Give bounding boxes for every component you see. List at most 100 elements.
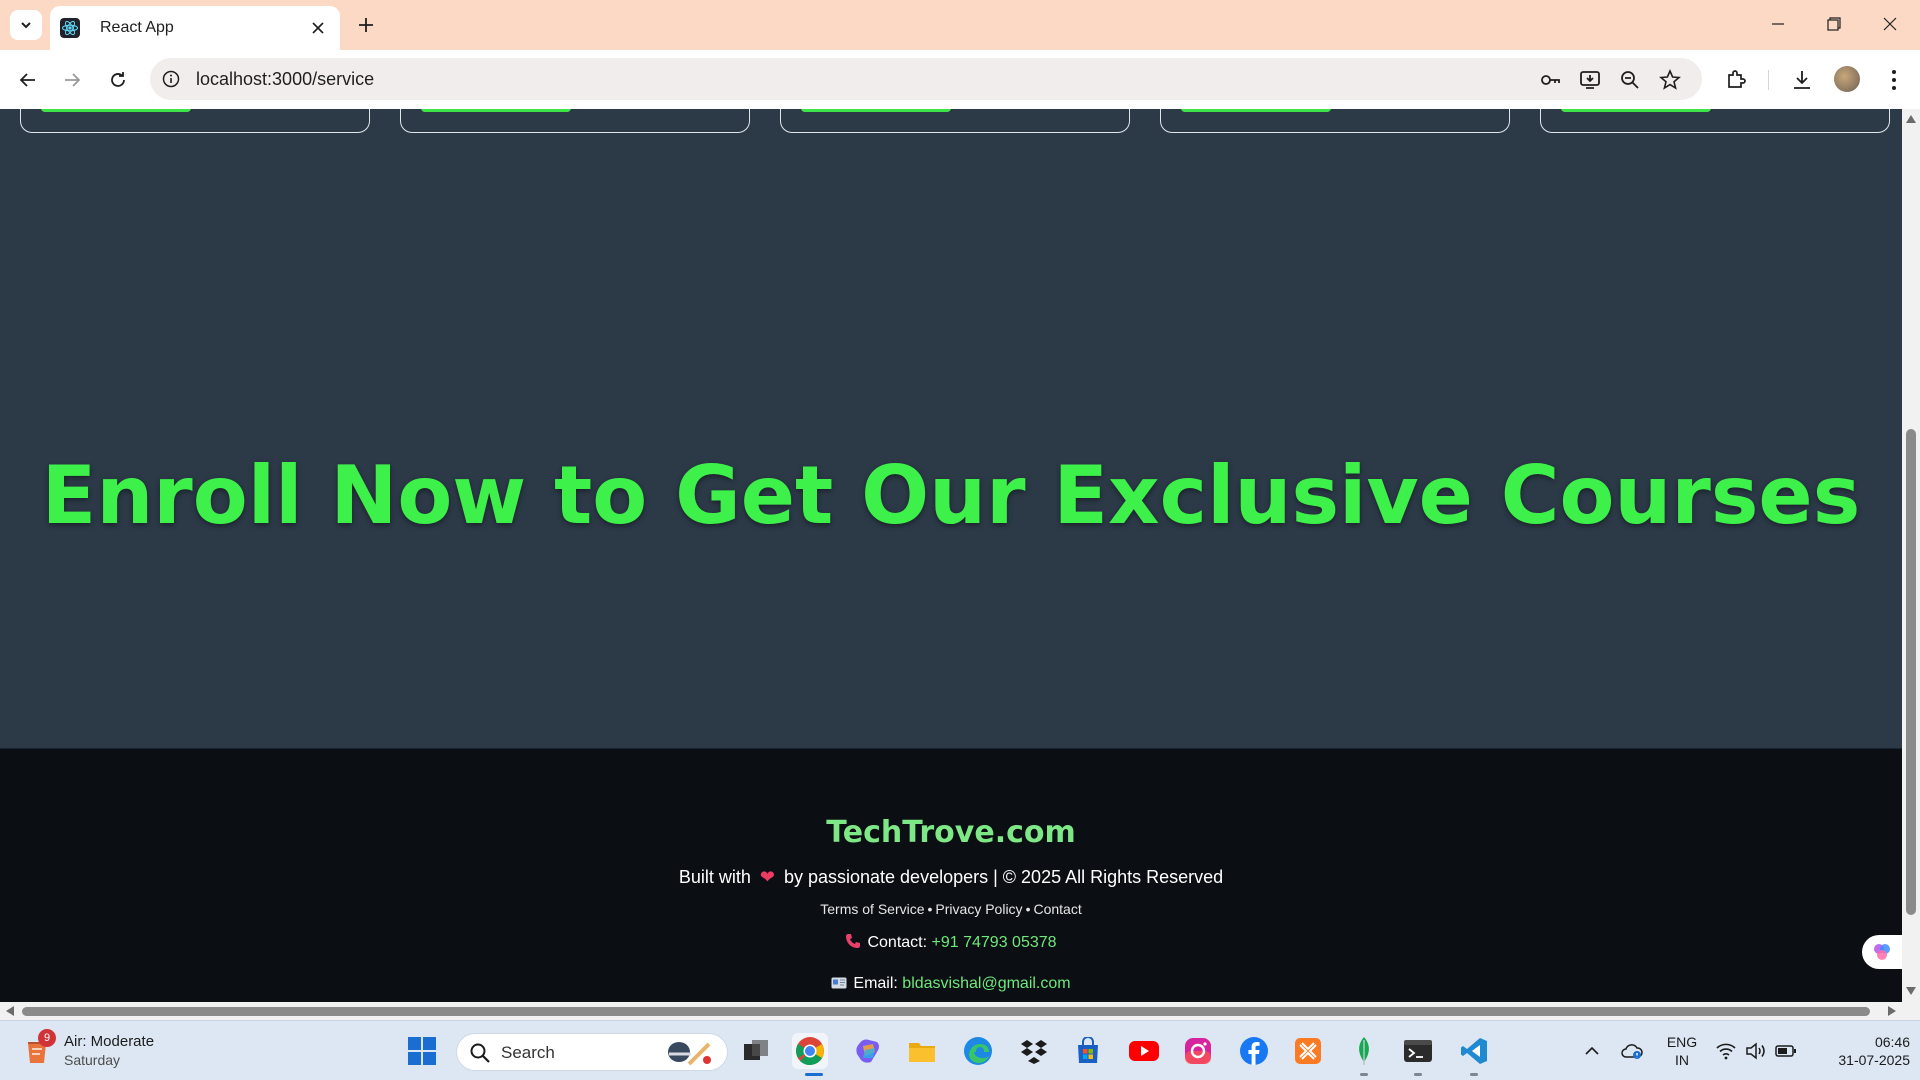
windows-taskbar: 9 Air: Moderate Saturday Search ENG IN 0… bbox=[0, 1020, 1920, 1080]
contact-link[interactable]: Contact bbox=[1033, 901, 1081, 917]
footer-links: Terms of Service • Privacy Policy • Contact bbox=[0, 901, 1902, 917]
language-code: ENG bbox=[1666, 1034, 1698, 1050]
weather-badge: 9 bbox=[38, 1029, 56, 1047]
menu-dots-icon[interactable] bbox=[1880, 66, 1908, 94]
contact-phone[interactable]: +91 74793 05378 bbox=[932, 934, 1057, 951]
search-placeholder: Search bbox=[501, 1043, 555, 1062]
extensions-icon[interactable] bbox=[1722, 66, 1750, 94]
profile-avatar[interactable] bbox=[1834, 66, 1860, 92]
back-button[interactable] bbox=[12, 64, 44, 96]
close-tab-icon[interactable] bbox=[308, 18, 328, 38]
file-explorer-icon[interactable] bbox=[904, 1033, 940, 1069]
card-button[interactable] bbox=[1181, 109, 1331, 112]
weather-day: Saturday bbox=[64, 1052, 121, 1068]
close-window-button[interactable] bbox=[1870, 8, 1910, 40]
zoom-out-icon[interactable] bbox=[1618, 68, 1642, 92]
contact-label: Contact: bbox=[867, 934, 928, 951]
react-logo-icon bbox=[60, 18, 80, 38]
terminal-running-indicator bbox=[1414, 1073, 1422, 1076]
mongodb-running-indicator bbox=[1360, 1073, 1368, 1076]
card-button[interactable] bbox=[421, 109, 571, 112]
instagram-icon[interactable] bbox=[1180, 1033, 1216, 1069]
email-address[interactable]: bldasvishal@gmail.com bbox=[902, 975, 1070, 992]
youtube-icon[interactable] bbox=[1126, 1033, 1162, 1069]
task-view-icon[interactable] bbox=[738, 1033, 774, 1069]
copilot-floating-button[interactable] bbox=[1862, 935, 1902, 969]
toolbar-divider bbox=[1768, 70, 1769, 90]
restore-icon bbox=[1827, 17, 1841, 31]
service-card bbox=[1160, 109, 1510, 133]
minimize-button[interactable] bbox=[1758, 8, 1798, 40]
facebook-icon[interactable] bbox=[1236, 1033, 1272, 1069]
clock-date: 31-07-2025 bbox=[1838, 1052, 1910, 1068]
footer: TechTrove.com Built with ❤ by passionate… bbox=[0, 748, 1902, 1002]
site-info-icon[interactable] bbox=[160, 68, 182, 90]
battery-icon[interactable] bbox=[1772, 1037, 1800, 1065]
vertical-scrollbar[interactable] bbox=[1902, 109, 1920, 1002]
scroll-right-icon[interactable] bbox=[1886, 1005, 1898, 1017]
weather-widget[interactable]: 9 Air: Moderate Saturday bbox=[24, 1029, 224, 1073]
onedrive-icon[interactable] bbox=[1618, 1037, 1646, 1065]
cricket-highlight-icon bbox=[668, 1042, 711, 1066]
built-suffix: by passionate developers | © 2025 All Ri… bbox=[783, 867, 1224, 887]
clock-time: 06:46 bbox=[1874, 1034, 1910, 1050]
xampp-icon[interactable] bbox=[1290, 1033, 1326, 1069]
password-key-icon[interactable] bbox=[1538, 68, 1562, 92]
chrome-taskbar-icon[interactable] bbox=[792, 1033, 828, 1069]
horizontal-scrollbar[interactable] bbox=[0, 1002, 1920, 1020]
vscode-running-indicator bbox=[1470, 1073, 1478, 1076]
link-separator: • bbox=[1025, 901, 1031, 917]
service-card bbox=[400, 109, 750, 133]
email-label: Email: bbox=[853, 975, 898, 992]
mongodb-compass-icon[interactable] bbox=[1346, 1033, 1382, 1069]
vscode-icon[interactable] bbox=[1456, 1033, 1492, 1069]
address-bar[interactable]: localhost:3000/service bbox=[150, 58, 1702, 100]
chevron-down-icon bbox=[21, 22, 31, 29]
browser-tab[interactable]: React App bbox=[50, 6, 340, 50]
taskbar-clock[interactable]: 06:46 31-07-2025 bbox=[1810, 1033, 1910, 1069]
restore-button[interactable] bbox=[1814, 8, 1854, 40]
tab-search-button[interactable] bbox=[10, 10, 42, 40]
wifi-icon[interactable] bbox=[1712, 1037, 1740, 1065]
taskbar-search[interactable]: Search bbox=[456, 1033, 728, 1071]
terminal-icon[interactable] bbox=[1400, 1033, 1436, 1069]
weather-title: Air: Moderate bbox=[64, 1033, 155, 1050]
card-button[interactable] bbox=[41, 109, 191, 112]
reload-icon bbox=[111, 72, 125, 87]
footer-built-with: Built with ❤ by passionate developers | … bbox=[0, 867, 1902, 888]
downloads-icon[interactable] bbox=[1788, 66, 1816, 94]
show-hidden-icons-button[interactable] bbox=[1578, 1037, 1606, 1065]
edge-icon[interactable] bbox=[960, 1033, 996, 1069]
url-text[interactable]: localhost:3000/service bbox=[196, 69, 374, 90]
vertical-scroll-thumb[interactable] bbox=[1906, 429, 1916, 915]
footer-email: Email: bldasvishal@gmail.com bbox=[0, 975, 1902, 994]
browser-toolbar: localhost:3000/service bbox=[0, 50, 1920, 109]
built-prefix: Built with bbox=[678, 867, 751, 887]
bookmark-star-icon[interactable] bbox=[1658, 68, 1682, 92]
service-card bbox=[1540, 109, 1890, 133]
forward-button[interactable] bbox=[56, 64, 88, 96]
scroll-up-icon[interactable] bbox=[1905, 113, 1917, 125]
close-icon bbox=[1883, 17, 1897, 31]
microsoft-store-icon[interactable] bbox=[1070, 1033, 1106, 1069]
heart-icon: ❤ bbox=[759, 867, 775, 887]
windows-logo-icon bbox=[408, 1037, 436, 1065]
start-button[interactable] bbox=[404, 1033, 440, 1069]
privacy-link[interactable]: Privacy Policy bbox=[935, 901, 1022, 917]
email-icon bbox=[831, 976, 847, 994]
terms-link[interactable]: Terms of Service bbox=[820, 901, 924, 917]
card-button[interactable] bbox=[801, 109, 951, 112]
reload-button[interactable] bbox=[102, 64, 134, 96]
scroll-down-icon[interactable] bbox=[1905, 985, 1917, 997]
scroll-left-icon[interactable] bbox=[4, 1005, 16, 1017]
language-indicator[interactable]: ENG IN bbox=[1664, 1033, 1700, 1069]
link-separator: • bbox=[927, 901, 933, 917]
card-button[interactable] bbox=[1561, 109, 1711, 112]
dropbox-icon[interactable] bbox=[1016, 1033, 1052, 1069]
new-tab-button[interactable] bbox=[352, 11, 380, 39]
install-app-icon[interactable] bbox=[1578, 68, 1602, 92]
copilot-taskbar-icon[interactable] bbox=[850, 1033, 886, 1069]
plus-icon bbox=[359, 18, 373, 32]
horizontal-scroll-thumb[interactable] bbox=[22, 1007, 1870, 1016]
volume-icon[interactable] bbox=[1742, 1037, 1770, 1065]
